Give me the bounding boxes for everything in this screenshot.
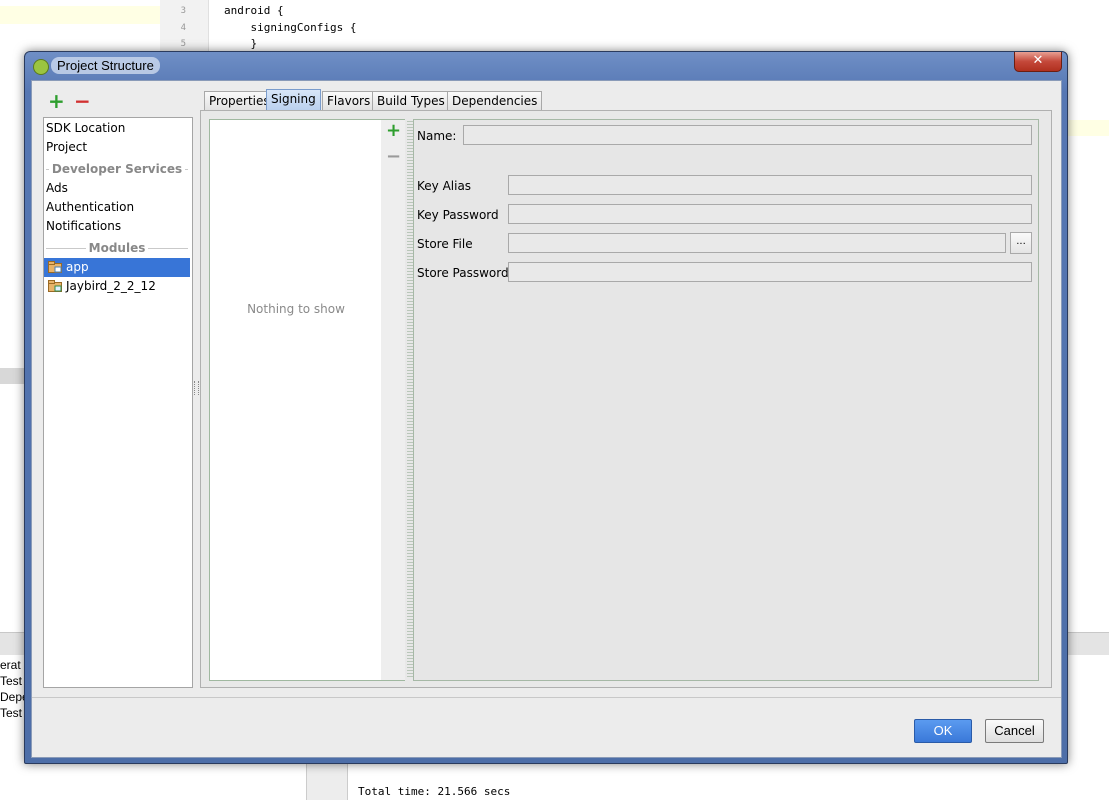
nav-item-authentication[interactable]: Authentication (46, 198, 134, 217)
code-line: } (224, 37, 258, 50)
module-label: app (66, 260, 89, 274)
ok-button[interactable]: OK (914, 719, 972, 743)
key-alias-field[interactable] (508, 175, 1032, 195)
tab-flavors[interactable]: Flavors (322, 91, 376, 110)
settings-nav-list: SDK Location Project Developer Services … (43, 117, 193, 688)
store-file-label: Store File (417, 237, 473, 251)
close-button[interactable]: ✕ (1014, 52, 1062, 72)
add-icon[interactable]: + (48, 91, 65, 111)
footer-separator (32, 697, 1061, 698)
key-password-label: Key Password (417, 208, 499, 222)
signing-config-list[interactable]: Nothing to show (209, 119, 383, 681)
project-structure-dialog: Project Structure ✕ + − SDK Location Pro… (24, 51, 1068, 764)
console-total-time: Total time: 21.566 secs (358, 785, 511, 798)
splitter-handle[interactable] (194, 381, 199, 395)
module-label: Jaybird_2_2_12 (66, 279, 156, 293)
nav-item-notifications[interactable]: Notifications (46, 217, 121, 236)
empty-list-text: Nothing to show (247, 302, 345, 316)
console-line: erat (0, 658, 21, 672)
line-number: 5 (180, 39, 186, 49)
console-line: Test (0, 706, 23, 720)
line-number: 3 (180, 6, 186, 16)
store-file-field[interactable] (508, 233, 1006, 253)
section-label: Developer Services (48, 162, 186, 176)
console-line: Test (0, 674, 23, 688)
dialog-title: Project Structure (51, 57, 160, 74)
ide-current-line-highlight (0, 6, 160, 24)
section-label: Modules (85, 241, 149, 255)
cancel-button[interactable]: Cancel (985, 719, 1044, 743)
module-folder-icon (48, 261, 62, 273)
android-studio-icon (33, 59, 49, 75)
code-line: signingConfigs { (224, 21, 357, 34)
nav-item-ads[interactable]: Ads (46, 179, 68, 198)
nav-item-project[interactable]: Project (46, 138, 87, 157)
ide-scroll-marker (0, 368, 24, 384)
key-alias-label: Key Alias (417, 179, 472, 193)
list-toolbar: + − (381, 119, 405, 681)
store-password-label: Store Password (417, 266, 509, 280)
add-config-icon[interactable]: + (386, 122, 401, 140)
nav-section-developer-services: Developer Services (44, 161, 190, 177)
module-item-jaybird[interactable]: Jaybird_2_2_12 (44, 277, 190, 296)
nav-section-modules: Modules (44, 240, 190, 256)
nav-item-sdk-location[interactable]: SDK Location (46, 119, 125, 138)
line-number: 4 (180, 23, 186, 33)
name-label: Name: (417, 129, 457, 143)
tab-dependencies[interactable]: Dependencies (447, 91, 543, 110)
tab-build-types[interactable]: Build Types (372, 91, 450, 110)
tab-properties[interactable]: Properties (204, 91, 275, 110)
remove-icon[interactable]: − (74, 91, 91, 111)
code-line: android { (224, 4, 284, 17)
dialog-titlebar[interactable]: Project Structure ✕ (25, 52, 1067, 80)
signing-tab-panel: Nothing to show + − Name: Key Alias Key … (200, 110, 1052, 688)
ide-current-line-highlight-right (1066, 120, 1109, 136)
module-item-app[interactable]: app (44, 258, 190, 277)
module-folder-icon (48, 280, 62, 292)
tab-signing[interactable]: Signing (266, 89, 321, 111)
signing-config-form: Name: Key Alias Key Password Store File … (413, 119, 1039, 681)
store-password-field[interactable] (508, 262, 1032, 282)
console-gutter (306, 762, 348, 800)
dialog-content: + − SDK Location Project Developer Servi… (31, 80, 1062, 758)
key-password-field[interactable] (508, 204, 1032, 224)
remove-config-icon[interactable]: − (386, 148, 401, 166)
browse-button[interactable]: ... (1010, 232, 1032, 254)
name-field[interactable] (463, 125, 1032, 145)
